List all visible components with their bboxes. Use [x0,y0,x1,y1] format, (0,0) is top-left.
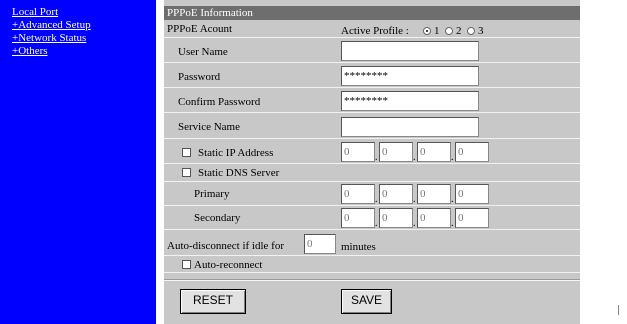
password-label: Password [178,71,221,83]
dns-secondary-octet-4[interactable] [455,208,489,228]
reset-button[interactable]: RESET [180,289,246,314]
confirm-password-input[interactable] [341,91,479,111]
dot-separator: . [413,218,416,229]
profile-2-radio[interactable] [445,27,453,35]
static-dns-label: Static DNS Server [198,167,280,179]
profile-1-label: 1 [434,25,440,37]
profile-2-label: 2 [456,25,462,37]
dot-separator: . [375,194,378,205]
scroll-tick [618,305,622,315]
dns-secondary-row: Secondary . . . [164,206,580,230]
static-ip-checkbox[interactable] [182,148,191,157]
account-row: PPPoE Acount Active Profile : 1 2 3 [164,20,580,38]
pppoe-panel: PPPoE Information PPPoE Acount Active Pr… [164,0,580,324]
dot-separator: . [375,152,378,163]
save-button[interactable]: SAVE [341,289,392,314]
dot-separator: . [451,218,454,229]
confirm-password-label: Confirm Password [178,96,261,108]
username-label: User Name [178,46,228,58]
static-ip-octet-1[interactable] [341,142,375,162]
dns-primary-octet-2[interactable] [379,184,413,204]
profile-3-label: 3 [478,25,484,37]
idle-unit-label: minutes [341,241,376,253]
service-name-row: Service Name [164,113,580,139]
button-divider [164,279,580,281]
static-ip-octet-4[interactable] [455,142,489,162]
static-dns-row: Static DNS Server [164,164,580,182]
idle-row: Auto-disconnect if idle for minutes [164,230,580,256]
service-name-input[interactable] [341,117,479,137]
dns-secondary-octet-3[interactable] [417,208,451,228]
dot-separator: . [375,218,378,229]
dot-separator: . [413,152,416,163]
reconnect-row: Auto-reconnect [164,256,580,273]
dns-primary-row: Primary . . . [164,182,580,206]
idle-label: Auto-disconnect if idle for [167,240,284,252]
static-dns-checkbox[interactable] [182,168,191,177]
confirm-password-row: Confirm Password [164,88,580,113]
dns-primary-octet-4[interactable] [455,184,489,204]
sidebar-item-network-status[interactable]: +Network Status [12,32,86,44]
sidebar-item-local-port[interactable]: Local Port [12,6,58,18]
scrollbar[interactable] [612,0,627,324]
auto-reconnect-label: Auto-reconnect [194,259,263,271]
sidebar-nav: Local Port +Advanced Setup +Network Stat… [0,0,156,324]
dns-primary-label: Primary [194,188,230,200]
profile-3-radio[interactable] [467,27,475,35]
dns-secondary-octet-1[interactable] [341,208,375,228]
password-input[interactable] [341,66,479,86]
dot-separator: . [413,194,416,205]
active-profile-label: Active Profile : [341,25,409,37]
service-name-label: Service Name [178,121,240,133]
password-row: Password [164,63,580,88]
dot-separator: . [451,194,454,205]
static-ip-octet-2[interactable] [379,142,413,162]
dns-primary-octet-3[interactable] [417,184,451,204]
static-ip-label: Static IP Address [198,147,274,159]
account-label: PPPoE Acount [167,23,233,35]
profile-1-radio[interactable] [423,27,431,35]
dns-secondary-label: Secondary [194,212,241,224]
static-ip-octet-3[interactable] [417,142,451,162]
dot-separator: . [451,152,454,163]
button-bar: RESET SAVE [164,273,580,324]
dns-secondary-octet-2[interactable] [379,208,413,228]
idle-minutes-input[interactable] [304,234,336,254]
section-title: PPPoE Information [164,6,580,20]
sidebar-item-advanced-setup[interactable]: +Advanced Setup [12,19,91,31]
auto-reconnect-checkbox[interactable] [182,260,191,269]
username-row: User Name [164,38,580,63]
username-input[interactable] [341,41,479,61]
sidebar-item-others[interactable]: +Others [12,45,48,57]
static-ip-row: Static IP Address . . . [164,139,580,164]
dns-primary-octet-1[interactable] [341,184,375,204]
